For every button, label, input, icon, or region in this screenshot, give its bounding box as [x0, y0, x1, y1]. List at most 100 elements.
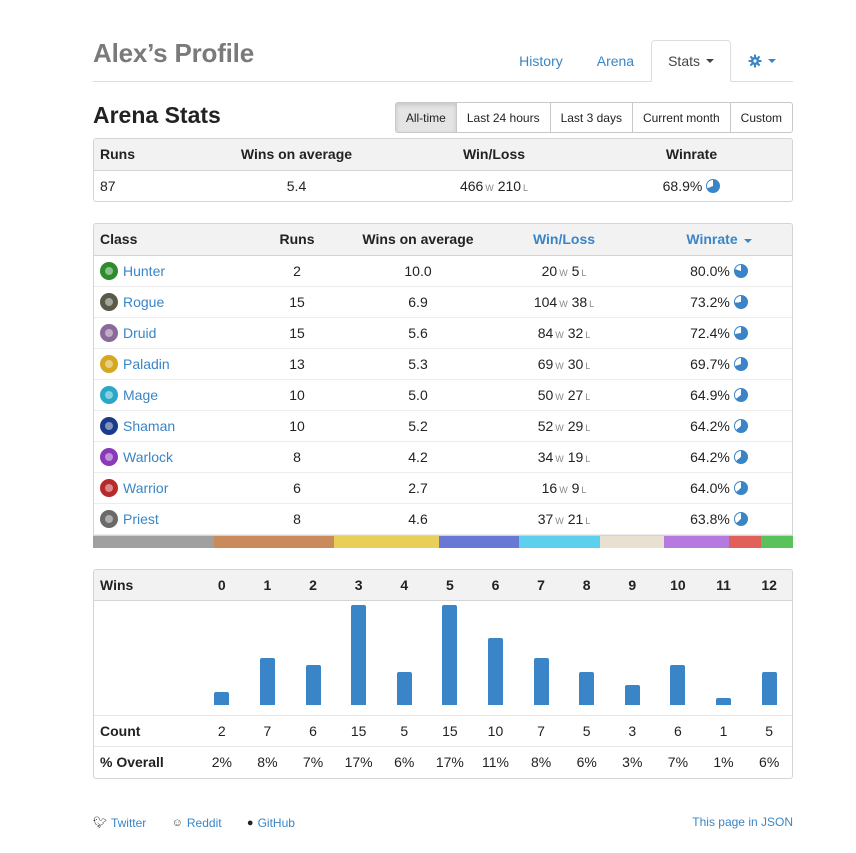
class-runs: 10 [242, 379, 352, 411]
class-link[interactable]: Druid [123, 325, 156, 341]
sort-wl-link[interactable]: Win/Loss [533, 231, 595, 247]
chart-cell [609, 600, 656, 716]
paladin-icon [100, 354, 118, 373]
class-link[interactable]: Priest [123, 511, 159, 527]
overall-value: 11% [472, 746, 519, 778]
class-link-wrap[interactable]: Druid [100, 323, 242, 342]
class-winrate-value: 64.2% [690, 448, 730, 465]
class-avg-header: Wins on average [352, 224, 484, 256]
tab-stats[interactable]: Stats [651, 40, 731, 82]
range-24h-button[interactable]: Last 24 hours [455, 102, 551, 133]
wins-suffix: W [555, 329, 564, 340]
class-losses: 21 [567, 510, 584, 527]
wins-tick-label: 7 [518, 569, 564, 601]
class-link-wrap[interactable]: Warrior [100, 478, 242, 497]
class-link[interactable]: Paladin [123, 356, 170, 372]
summary-winrate-value: 68.9% [662, 177, 703, 194]
class-wins: 52 [537, 417, 554, 434]
rogue-icon [100, 292, 118, 311]
class-name-cell: Priest [94, 503, 242, 535]
class-row: Hunter 2 10.0 20 W 5 L 80.0% [94, 255, 792, 287]
class-runs: 13 [242, 348, 352, 380]
class-link[interactable]: Mage [123, 387, 158, 403]
class-link-wrap[interactable]: Priest [100, 509, 242, 528]
class-runs: 2 [242, 255, 352, 287]
class-name-cell: Druid [94, 317, 242, 349]
wins-tick-label: 8 [563, 569, 610, 601]
count-value: 3 [609, 715, 656, 747]
class-winrate-value: 64.9% [690, 386, 730, 403]
class-link[interactable]: Rogue [123, 294, 164, 310]
class-link[interactable]: Warrior [123, 480, 168, 496]
class-winrate-value: 80.0% [690, 262, 730, 279]
class-runs-header: Runs [242, 224, 352, 256]
wins-bar [670, 665, 686, 705]
winrate-pie-icon [733, 511, 748, 526]
wins-header-row: Wins 0 1 2 3 4 5 6 7 8 9 10 11 12 [94, 569, 792, 601]
distribution-segment [334, 535, 439, 548]
class-avg: 5.2 [352, 410, 484, 442]
count-value: 7 [518, 715, 564, 747]
class-panel: Class Runs Wins on average Win/Loss Winr… [93, 223, 793, 536]
range-all-time-button[interactable]: All-time [394, 102, 457, 133]
time-range-filter: All-time Last 24 hours Last 3 days Curre… [394, 102, 793, 133]
class-runs: 8 [242, 503, 352, 535]
class-link-wrap[interactable]: Paladin [100, 354, 242, 373]
tab-arena[interactable]: Arena [580, 40, 651, 82]
class-link-wrap[interactable]: Hunter [100, 261, 242, 280]
range-custom-button[interactable]: Custom [729, 102, 793, 133]
arena-stats-header: Arena Stats All-time Last 24 hours Last … [93, 82, 793, 138]
class-winrate-value: 72.4% [690, 324, 730, 341]
class-winrate-value: 64.0% [690, 479, 730, 496]
overall-value: 17% [427, 746, 473, 778]
count-value: 10 [472, 715, 519, 747]
class-winrate: 64.2% [644, 441, 792, 473]
twitter-link[interactable]: 🐦︎ Twitter [93, 816, 146, 830]
class-losses: 27 [567, 386, 584, 403]
class-link[interactable]: Warlock [123, 449, 173, 465]
class-link[interactable]: Hunter [123, 263, 165, 279]
chart-cell [655, 600, 701, 716]
class-winrate-header[interactable]: Winrate [644, 224, 792, 256]
wins-suffix: W [555, 422, 564, 433]
wins-bar [579, 672, 595, 705]
class-link-wrap[interactable]: Warlock [100, 447, 242, 466]
class-name-cell: Rogue [94, 286, 242, 318]
class-link-wrap[interactable]: Rogue [100, 292, 242, 311]
sort-winrate-link[interactable]: Winrate [686, 231, 737, 247]
summary-winrate-header: Winrate [589, 139, 792, 171]
wins-bar [351, 605, 367, 705]
class-link-wrap[interactable]: Mage [100, 385, 242, 404]
class-wl-header[interactable]: Win/Loss [484, 224, 644, 256]
github-label: GitHub [257, 816, 295, 830]
class-link-wrap[interactable]: Shaman [100, 416, 242, 435]
tab-history[interactable]: History [502, 40, 580, 82]
class-name-cell: Paladin [94, 348, 242, 380]
chart-cell [244, 600, 291, 716]
wins-suffix: W [559, 267, 568, 278]
wins-table: Wins 0 1 2 3 4 5 6 7 8 9 10 11 12 Count 2 7 6 15 5 15 10 7 5… [94, 569, 792, 778]
class-row: Mage 10 5.0 50 W 27 L 64.9% [94, 379, 792, 411]
chevron-down-icon [768, 59, 776, 63]
json-link[interactable]: This page in JSON [692, 815, 793, 829]
class-avg: 5.3 [352, 348, 484, 380]
overall-value: 1% [700, 746, 747, 778]
class-wl: 20 W 5L [484, 255, 644, 287]
class-row: Paladin 13 5.3 69 W 30 L 69.7% [94, 348, 792, 380]
distribution-segment [93, 535, 214, 548]
settings-menu[interactable] [731, 40, 793, 82]
class-link[interactable]: Shaman [123, 418, 175, 434]
class-wins: 50 [537, 386, 554, 403]
chart-cell [472, 600, 519, 716]
overall-value: 7% [655, 746, 701, 778]
class-distribution-bar [93, 535, 793, 548]
github-link[interactable]: ● GitHub [247, 816, 295, 830]
class-winrate: 64.0% [644, 472, 792, 504]
class-avg: 2.7 [352, 472, 484, 504]
range-month-button[interactable]: Current month [631, 102, 731, 133]
reddit-link[interactable]: ☺ Reddit [172, 816, 222, 830]
losses-suffix: L [585, 360, 591, 371]
wins-bar [305, 665, 321, 705]
wins-tick-label: 0 [199, 569, 245, 601]
range-3d-button[interactable]: Last 3 days [549, 102, 633, 133]
